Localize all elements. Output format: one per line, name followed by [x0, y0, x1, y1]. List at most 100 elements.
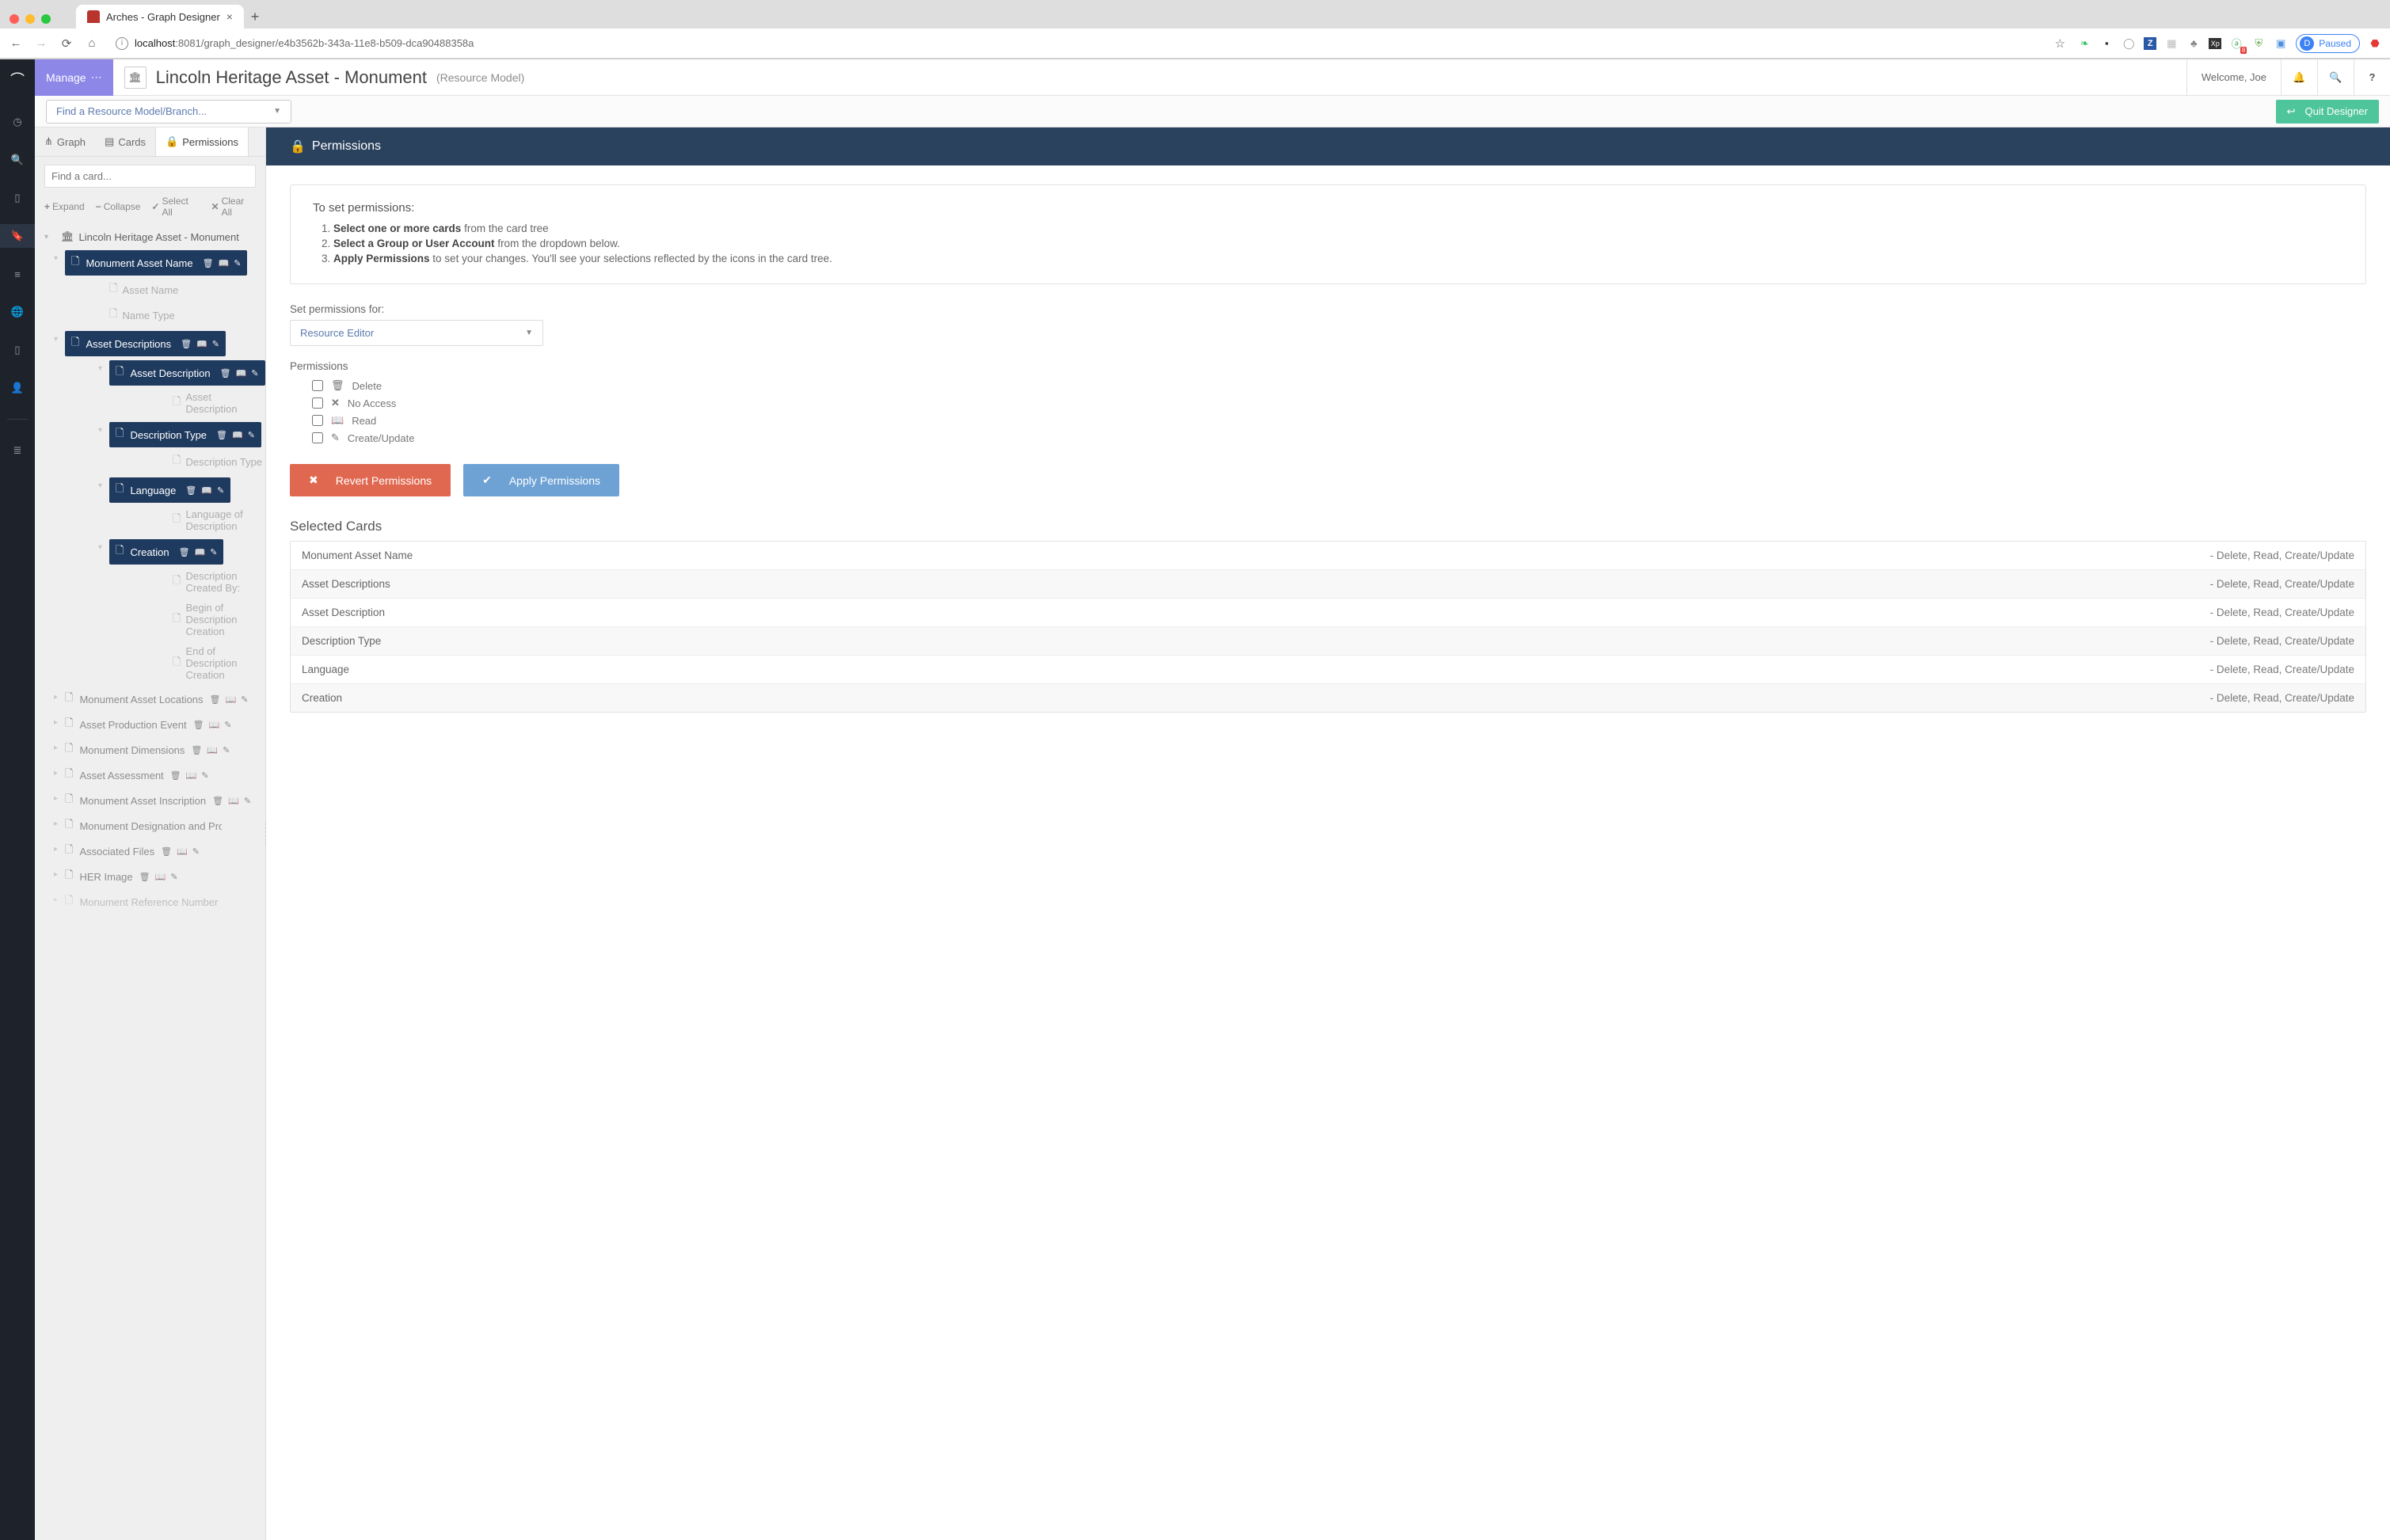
tree-node-monument-name[interactable]: ▾ 🗋Monument Asset Name🗑📖✎ 🗋Asset Name 🗋N…	[65, 248, 265, 329]
site-info-icon[interactable]: i	[116, 37, 128, 50]
tree-node[interactable]: 🗋Monument Dimensions🗑📖✎	[65, 738, 265, 762]
tree-node[interactable]: 🗋HER Image🗑📖✎	[65, 865, 265, 888]
topbar-search-icon[interactable]: 🔍	[2317, 59, 2354, 96]
chevron-down-icon[interactable]: ▾	[98, 543, 102, 552]
tree-node-creation[interactable]: ▾ 🗋Creation🗑📖✎ 🗋Description Created By: …	[109, 537, 265, 686]
chevron-down-icon[interactable]: ▾	[44, 233, 48, 241]
app-logo-icon[interactable]: ⌒	[0, 67, 35, 91]
vnav-menu-icon[interactable]: ≣	[0, 439, 35, 462]
window-close-icon[interactable]	[10, 14, 19, 24]
chevron-right-icon[interactable]: ▸	[54, 769, 58, 778]
profile-paused-badge[interactable]: D Paused	[2296, 34, 2360, 53]
tree-leaf[interactable]: 🗋End of Description Creation	[173, 642, 265, 684]
tab-cards[interactable]: ▤Cards	[95, 127, 155, 156]
chevron-right-icon[interactable]: ▸	[54, 819, 58, 828]
chevron-right-icon[interactable]: ▸	[54, 693, 58, 702]
vnav-clock-icon[interactable]: ◷	[0, 110, 35, 134]
ext-tree-icon[interactable]: ♣	[2186, 36, 2201, 51]
nav-back-button[interactable]: ←	[8, 36, 24, 50]
chevron-right-icon[interactable]: ▸	[54, 743, 58, 752]
tree-leaf[interactable]: 🗋Begin of Description Creation	[173, 599, 265, 641]
trash-icon: 🗑	[139, 872, 150, 882]
tree-node-asset-desc[interactable]: ▾ 🗋Asset Description🗑📖✎ 🗋Asset Descripti…	[109, 358, 265, 420]
vnav-bookmark-icon[interactable]: ▯	[0, 186, 35, 210]
quit-designer-button[interactable]: ↩ Quit Designer	[2276, 100, 2379, 124]
noaccess-checkbox[interactable]	[312, 397, 323, 409]
tree-leaf[interactable]: 🗋Language of Description	[173, 505, 265, 535]
revert-permissions-button[interactable]: ✖ Revert Permissions	[290, 464, 451, 496]
tree-node[interactable]: 🗋Asset Assessment🗑📖✎	[65, 763, 265, 787]
nav-reload-button[interactable]: ⟳	[59, 36, 74, 51]
tree-leaf[interactable]: 🗋Asset Name	[109, 278, 265, 302]
chevron-down-icon[interactable]: ▾	[54, 335, 58, 344]
window-zoom-icon[interactable]	[41, 14, 51, 24]
chevron-right-icon[interactable]: ▸	[54, 895, 58, 904]
trash-icon: 🗑	[185, 485, 196, 496]
ext-xp-icon[interactable]: Xp	[2209, 38, 2221, 49]
select-all-button[interactable]: ✓Select All	[151, 196, 200, 218]
vnav-search-icon[interactable]: 🔍	[0, 148, 35, 172]
tab-permissions[interactable]: 🔒Permissions	[155, 127, 249, 156]
ext-evernote-icon[interactable]: ❧	[2077, 36, 2091, 51]
tree-node-asset-descs[interactable]: ▾ 🗋Asset Descriptions🗑📖✎ ▾ 🗋Asset Descri…	[65, 329, 265, 686]
ext-z-icon[interactable]: Z	[2144, 37, 2156, 50]
manage-button[interactable]: Manage ⋯	[35, 59, 113, 96]
book-icon: 📖	[196, 339, 207, 349]
vnav-globe-icon[interactable]: 🌐	[0, 300, 35, 324]
tree-node[interactable]: 🗋Asset Production Event🗑📖✎	[65, 713, 265, 736]
tree-node[interactable]: 🗋Monument Asset Inscription🗑📖✎	[65, 789, 265, 812]
expand-button[interactable]: +Expand	[44, 196, 85, 218]
clear-all-button[interactable]: ✕Clear All	[211, 196, 257, 218]
chevron-right-icon[interactable]: ▸	[54, 845, 58, 854]
new-tab-button[interactable]: +	[244, 0, 266, 29]
chevron-down-icon[interactable]: ▾	[54, 254, 58, 263]
tree-node[interactable]: 🗋Associated Files🗑📖✎	[65, 839, 265, 863]
tree-node[interactable]: 🗋Monument Reference Number	[65, 890, 265, 914]
ext-circle-icon[interactable]: ◯	[2122, 36, 2136, 51]
browser-tab[interactable]: Arches - Graph Designer ×	[76, 5, 244, 29]
tree-node-desc-type[interactable]: ▾ 🗋Description Type🗑📖✎ 🗋Description Type	[109, 420, 265, 475]
ext-shield-icon[interactable]: ⛨	[2251, 36, 2266, 51]
collapse-button[interactable]: −Collapse	[96, 196, 141, 218]
vnav-list-icon[interactable]: ≡	[0, 262, 35, 286]
help-icon[interactable]: ?	[2354, 59, 2390, 96]
card-search-input[interactable]	[44, 165, 256, 188]
tree-leaf[interactable]: 🗋Name Type	[109, 303, 265, 327]
tree-root[interactable]: ▾ 🏛 Lincoln Heritage Asset - Monument	[38, 227, 265, 248]
nav-home-button[interactable]: ⌂	[84, 36, 100, 50]
tree-node-language[interactable]: ▾ 🗋Language🗑📖✎ 🗋Language of Description	[109, 475, 265, 537]
tree-node[interactable]: 🗋Monument Designation and Protection	[65, 814, 265, 838]
bookmark-star-icon[interactable]: ☆	[2052, 36, 2068, 51]
tree-leaf[interactable]: 🗋Asset Description	[173, 388, 265, 418]
create-checkbox[interactable]	[312, 432, 323, 443]
permissions-for-select[interactable]: Resource Editor ▼	[290, 320, 543, 346]
chevron-right-icon[interactable]: ▸	[54, 794, 58, 803]
chevron-right-icon[interactable]: ▸	[54, 718, 58, 727]
ext-a-icon[interactable]: ⓐ8	[2229, 36, 2243, 51]
tree-leaf[interactable]: 🗋Description Type	[173, 450, 265, 473]
tab-graph[interactable]: ⋔Graph	[35, 127, 95, 156]
chevron-down-icon[interactable]: ▾	[98, 364, 102, 373]
welcome-user[interactable]: Welcome, Joe	[2186, 59, 2281, 96]
chevron-right-icon[interactable]: ▸	[54, 870, 58, 879]
vnav-device-icon[interactable]: ▯	[0, 338, 35, 362]
address-bar[interactable]: i localhost:8081/graph_designer/e4b3562b…	[109, 37, 2042, 50]
apply-permissions-button[interactable]: ✔ Apply Permissions	[463, 464, 619, 496]
tree-node[interactable]: 🗋Monument Asset Locations🗑📖✎	[65, 687, 265, 711]
chevron-down-icon[interactable]: ▾	[98, 426, 102, 435]
tree-leaf[interactable]: 🗋Description Created By:	[173, 567, 265, 597]
chevron-down-icon[interactable]: ▾	[98, 481, 102, 490]
tab-close-icon[interactable]: ×	[226, 10, 233, 23]
book-icon: 📖	[155, 872, 166, 882]
delete-checkbox[interactable]	[312, 380, 323, 391]
ext-robot-icon[interactable]: ▪	[2099, 36, 2114, 51]
read-checkbox[interactable]	[312, 415, 323, 426]
vnav-bookmark-active-icon[interactable]: 🔖	[0, 224, 35, 248]
notifications-icon[interactable]: 🔔	[2281, 59, 2317, 96]
ext-grid-icon[interactable]: ▦	[2164, 36, 2179, 51]
vnav-user-icon[interactable]: 👤	[0, 376, 35, 400]
ext-stop-icon[interactable]: ⬣	[2368, 36, 2382, 51]
ext-window-icon[interactable]: ▣	[2274, 36, 2288, 51]
find-model-select[interactable]: Find a Resource Model/Branch... ▼	[46, 100, 291, 124]
window-minimize-icon[interactable]	[25, 14, 35, 24]
